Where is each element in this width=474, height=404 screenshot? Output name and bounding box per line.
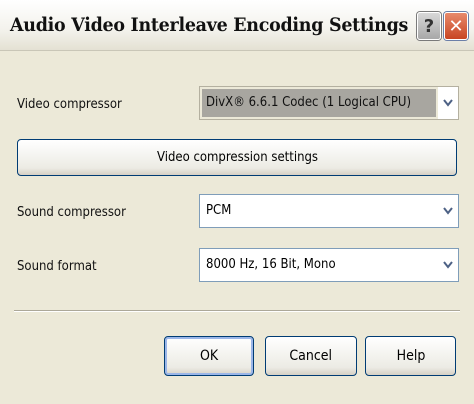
ok-button-label: OK: [199, 348, 219, 364]
sound-compressor-value: PCM: [206, 203, 232, 218]
video-compression-settings-button[interactable]: Video compression settings: [17, 139, 457, 176]
cancel-button[interactable]: Cancel: [265, 336, 357, 376]
chevron-down-icon[interactable]: [438, 249, 458, 281]
video-compressor-label: Video compressor: [17, 97, 122, 112]
sound-compressor-label: Sound compressor: [17, 205, 126, 220]
video-compression-settings-label: Video compression settings: [156, 150, 318, 165]
help-button[interactable]: Help: [365, 336, 456, 376]
help-button-label: Help: [396, 348, 425, 364]
cancel-button-label: Cancel: [289, 348, 333, 364]
close-icon[interactable]: ✕: [444, 12, 468, 40]
help-icon[interactable]: ?: [417, 12, 441, 40]
video-compressor-value: DivX® 6.6.1 Codec (1 Logical CPU): [206, 95, 412, 110]
dialog-title: Audio Video Interleave Encoding Settings: [10, 14, 409, 36]
encoding-settings-dialog: Audio Video Interleave Encoding Settings…: [0, 0, 474, 404]
divider: [14, 310, 460, 312]
title-bar[interactable]: Audio Video Interleave Encoding Settings…: [0, 0, 474, 51]
sound-compressor-select[interactable]: PCM: [199, 194, 459, 228]
ok-button[interactable]: OK: [164, 336, 254, 376]
sound-format-label: Sound format: [17, 259, 97, 274]
sound-format-select[interactable]: 8000 Hz, 16 Bit, Mono: [199, 248, 459, 282]
chevron-down-icon[interactable]: [438, 87, 458, 119]
sound-format-value: 8000 Hz, 16 Bit, Mono: [206, 257, 336, 272]
chevron-down-icon[interactable]: [438, 195, 458, 227]
video-compressor-select[interactable]: DivX® 6.6.1 Codec (1 Logical CPU): [199, 86, 459, 120]
